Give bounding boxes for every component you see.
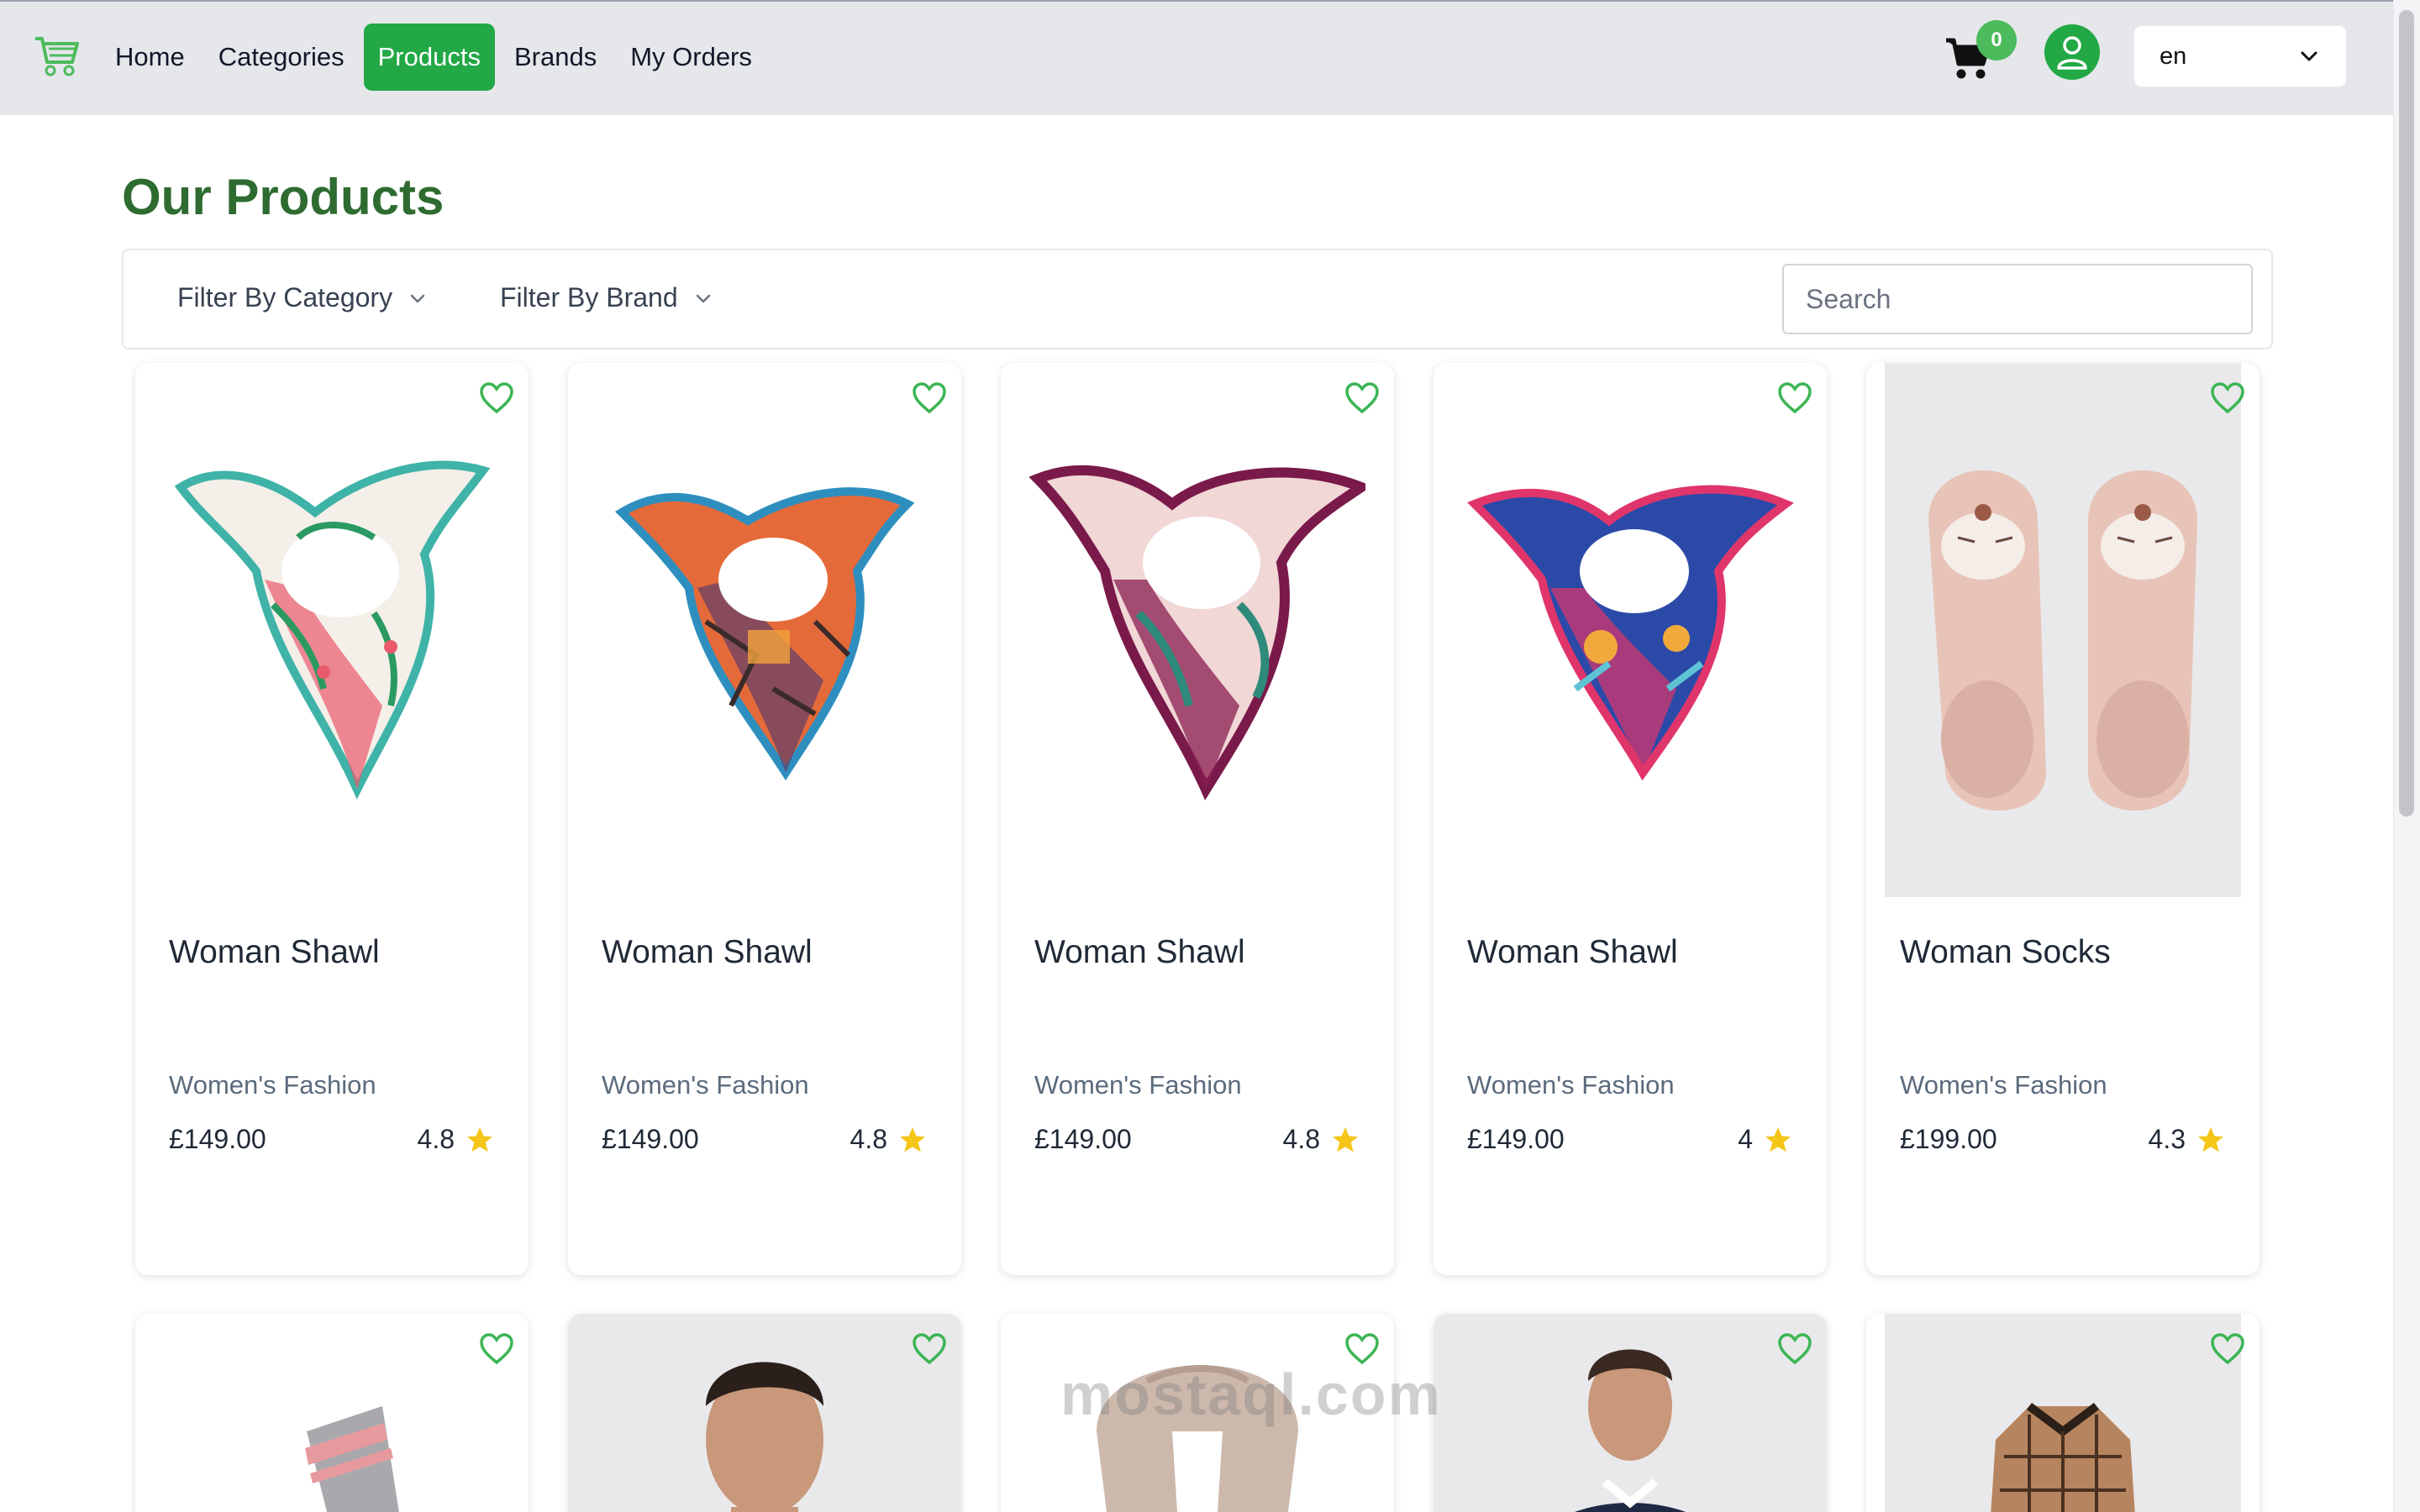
- product-category: Women's Fashion: [1034, 1070, 1242, 1100]
- product-card[interactable]: Woman Socks Women's Fashion £199.00 4.3: [1866, 363, 2260, 1275]
- product-price: £149.00: [602, 1124, 699, 1154]
- product-rating: 4.8: [850, 1124, 928, 1155]
- product-name[interactable]: Woman Shawl: [1034, 934, 1245, 971]
- heart-icon[interactable]: [911, 1332, 948, 1366]
- product-image[interactable]: [587, 363, 943, 897]
- cart-count-badge: 0: [1976, 20, 2017, 60]
- product-rating: 4.8: [1283, 1124, 1360, 1155]
- product-category: Women's Fashion: [169, 1070, 376, 1100]
- rating-value: 4.8: [417, 1124, 455, 1154]
- nav-links: Home Categories Products Brands My Order…: [101, 24, 771, 91]
- heart-icon[interactable]: [1344, 381, 1381, 415]
- user-account-button[interactable]: [2044, 24, 2100, 80]
- filter-by-brand-dropdown[interactable]: Filter By Brand: [500, 282, 713, 313]
- product-rating: 4.3: [2149, 1124, 2226, 1155]
- product-category: Women's Fashion: [602, 1070, 809, 1100]
- product-category: Women's Fashion: [1900, 1070, 2107, 1100]
- product-card[interactable]: Woman Shawl Women's Fashion £149.00 4.8: [135, 363, 529, 1275]
- nav-categories[interactable]: Categories: [204, 24, 359, 91]
- heart-icon[interactable]: [2209, 1332, 2246, 1366]
- product-card[interactable]: Woman Shawl Women's Fashion £149.00 4: [1434, 363, 1827, 1275]
- filter-category-label: Filter By Category: [177, 282, 393, 312]
- product-image[interactable]: [154, 363, 510, 897]
- heart-icon[interactable]: [478, 1332, 515, 1366]
- product-image[interactable]: [1452, 363, 1808, 897]
- man-portrait-image: [706, 1362, 823, 1512]
- heart-icon[interactable]: [911, 381, 948, 415]
- product-card[interactable]: [135, 1314, 529, 1512]
- product-image[interactable]: [1885, 1314, 2241, 1512]
- filter-by-category-dropdown[interactable]: Filter By Category: [177, 282, 428, 313]
- star-icon: [2198, 1126, 2223, 1152]
- shawl-image: [1467, 485, 1794, 781]
- shawl-image: [614, 487, 915, 781]
- product-image[interactable]: [1019, 363, 1376, 897]
- product-image[interactable]: [154, 1314, 510, 1512]
- heart-icon[interactable]: [478, 381, 515, 415]
- product-name[interactable]: Woman Shawl: [602, 934, 813, 971]
- search-input[interactable]: [1782, 264, 2253, 334]
- rating-value: 4.3: [2148, 1124, 2186, 1154]
- star-icon: [1333, 1126, 1358, 1152]
- language-select[interactable]: en: [2134, 26, 2346, 87]
- chevron-down-icon: [2301, 51, 2317, 61]
- nav-brands[interactable]: Brands: [500, 24, 611, 91]
- man-sweater-image: [1575, 1349, 1686, 1512]
- scrollbar-thumb[interactable]: [2399, 10, 2414, 816]
- watermark: mostaql.com: [1060, 1362, 1442, 1427]
- star-icon: [1765, 1126, 1791, 1152]
- navbar: Home Categories Products Brands My Order…: [0, 0, 2393, 115]
- cart-logo-icon[interactable]: [34, 34, 81, 77]
- heart-icon[interactable]: [1776, 1332, 1813, 1366]
- user-icon: [2057, 36, 2087, 70]
- chevron-down-icon: [696, 294, 710, 302]
- product-card[interactable]: Woman Shawl Women's Fashion £149.00 4.8: [568, 363, 961, 1275]
- shawl-image: [174, 460, 491, 800]
- product-card[interactable]: [1866, 1314, 2260, 1512]
- product-card[interactable]: Woman Shawl Women's Fashion £149.00 4.8: [1001, 363, 1394, 1275]
- nav-my-orders[interactable]: My Orders: [616, 24, 766, 91]
- rating-value: 4.8: [1282, 1124, 1320, 1154]
- product-card[interactable]: [568, 1314, 961, 1512]
- product-price: £149.00: [1034, 1124, 1132, 1154]
- product-image[interactable]: [568, 1314, 961, 1512]
- nav-products[interactable]: Products: [363, 24, 495, 91]
- heart-icon[interactable]: [2209, 381, 2246, 415]
- product-image[interactable]: [1434, 1314, 1827, 1512]
- rating-value: 4.8: [850, 1124, 887, 1154]
- star-icon: [467, 1126, 492, 1152]
- product-name[interactable]: Woman Shawl: [1467, 934, 1678, 971]
- star-icon: [900, 1126, 925, 1152]
- filter-bar: Filter By Category Filter By Brand: [122, 249, 2273, 349]
- chevron-down-icon: [410, 294, 425, 302]
- product-price: £199.00: [1900, 1124, 1997, 1154]
- product-name[interactable]: Woman Socks: [1900, 934, 2111, 971]
- product-rating: 4.8: [418, 1124, 495, 1155]
- rating-value: 4: [1738, 1124, 1753, 1154]
- shawl-image: [1029, 465, 1365, 801]
- product-price: £149.00: [1467, 1124, 1565, 1154]
- shirt-image: [1991, 1403, 2135, 1512]
- product-image[interactable]: [1885, 363, 2241, 897]
- product-price: £149.00: [169, 1124, 266, 1154]
- socks-image: [1928, 470, 2197, 811]
- page-title: Our Products: [122, 169, 445, 225]
- product-rating: 4: [1738, 1124, 1793, 1155]
- filter-brand-label: Filter By Brand: [500, 282, 678, 312]
- heart-icon[interactable]: [1776, 381, 1813, 415]
- language-value: en: [2160, 42, 2187, 70]
- product-category: Women's Fashion: [1467, 1070, 1675, 1100]
- product-name[interactable]: Woman Shawl: [169, 934, 380, 971]
- product-card[interactable]: [1434, 1314, 1827, 1512]
- sock-image: [305, 1406, 399, 1512]
- nav-home[interactable]: Home: [101, 24, 199, 91]
